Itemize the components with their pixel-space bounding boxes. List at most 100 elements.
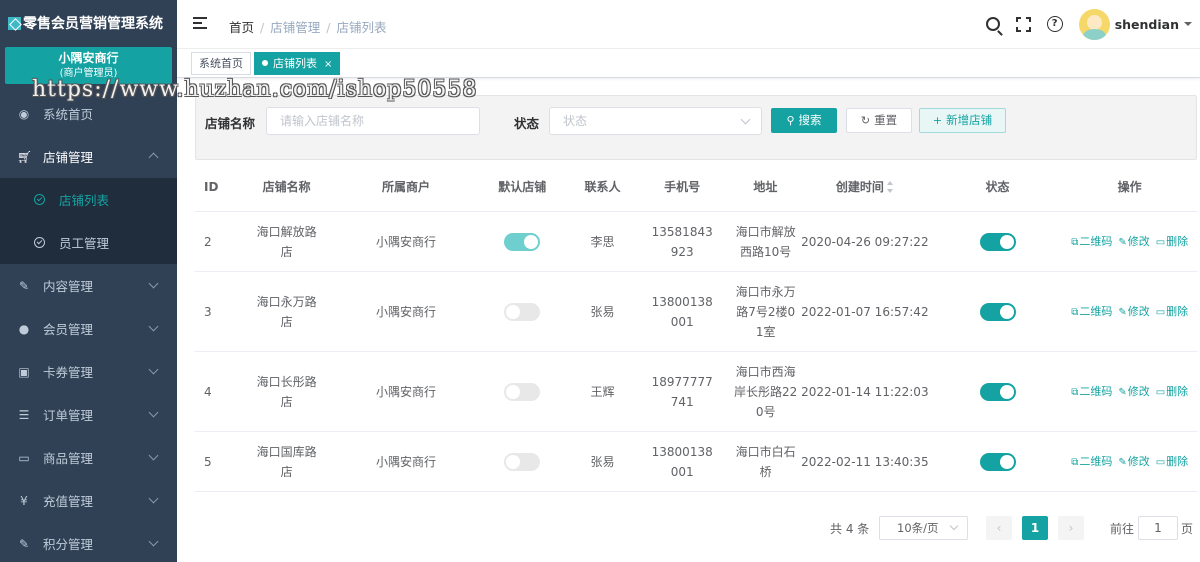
- search-icon: ⚲: [786, 114, 795, 127]
- help-icon[interactable]: ?: [1046, 16, 1063, 32]
- default-switch[interactable]: [504, 233, 541, 251]
- row-name-text: 海口解放路店: [256, 224, 317, 259]
- username[interactable]: shendian: [1115, 17, 1179, 32]
- merchant-name: 小隅安商行: [58, 51, 119, 65]
- sidebar-item-content[interactable]: ✎ 内容管理: [0, 264, 177, 307]
- status-switch[interactable]: [979, 383, 1016, 401]
- goto-page-input[interactable]: 1: [1138, 516, 1178, 540]
- plus-icon: +: [932, 114, 943, 127]
- row-ops: ⧉二维码 ✎修改 ▭删除: [1062, 451, 1197, 473]
- row-status: [933, 302, 1063, 322]
- copy-icon: ⧉: [1071, 386, 1079, 398]
- cart-icon: 🛒︎: [17, 149, 33, 164]
- edit-icon: ✎: [1118, 236, 1127, 248]
- edit-label: 修改: [1127, 304, 1150, 318]
- breadcrumb-home[interactable]: 首页: [229, 20, 254, 35]
- table-row: 4 海口长彤路店 小隅安商行 王辉 18977777741 海口市西海岸长彤路2…: [195, 352, 1197, 432]
- search-icon[interactable]: [985, 17, 1000, 31]
- sidebar-item-shop-list[interactable]: 店铺列表: [0, 178, 177, 221]
- default-switch[interactable]: [504, 383, 541, 401]
- refresh-icon: ↻: [860, 114, 871, 127]
- status-switch[interactable]: [979, 453, 1016, 471]
- sidebar-item-goods[interactable]: ▭ 商品管理: [0, 436, 177, 479]
- avatar[interactable]: [1078, 8, 1110, 40]
- default-switch[interactable]: [504, 453, 541, 471]
- row-name: 海口长彤路店: [232, 372, 342, 412]
- edit-button[interactable]: ✎修改: [1118, 455, 1149, 468]
- qrcode-button[interactable]: ⧉二维码: [1071, 235, 1112, 248]
- row-default: [470, 382, 574, 402]
- breadcrumb-shop: 店铺管理: [270, 20, 321, 35]
- qrcode-label: 二维码: [1079, 234, 1113, 248]
- row-name: 海口国库路店: [232, 442, 342, 482]
- search-button-label: 搜索: [798, 113, 822, 127]
- row-merchant: 小隅安商行: [375, 454, 436, 469]
- table-header: ID 店铺名称 所属商户 默认店铺 联系人 手机号 地址 创建时间 状态 操作: [195, 162, 1197, 212]
- page-size-select[interactable]: 10条/页: [879, 516, 968, 540]
- reset-button-label: 重置: [874, 113, 898, 127]
- sidebar-item-label: 商品管理: [43, 451, 94, 466]
- page-suffix: 页: [1181, 522, 1194, 536]
- tag-home[interactable]: 系统首页: [191, 52, 251, 75]
- breadcrumb-separator: /: [260, 20, 265, 35]
- shop-table: ID 店铺名称 所属商户 默认店铺 联系人 手机号 地址 创建时间 状态 操作 …: [195, 162, 1197, 492]
- row-default: [470, 232, 574, 252]
- sidebar-item-label: 员工管理: [59, 236, 110, 251]
- qrcode-button[interactable]: ⧉二维码: [1071, 305, 1112, 318]
- sidebar-item-label: 内容管理: [43, 279, 94, 294]
- check-circle-icon: [34, 194, 45, 205]
- tag-label: 店铺列表: [273, 57, 317, 70]
- fullscreen-icon[interactable]: [1015, 16, 1031, 32]
- qrcode-button[interactable]: ⧉二维码: [1071, 385, 1112, 398]
- sidebar-item-shop[interactable]: 🛒︎ 店铺管理: [0, 135, 177, 178]
- page-number-current[interactable]: 1: [1022, 516, 1048, 540]
- delete-label: 删除: [1166, 384, 1189, 398]
- next-page-button[interactable]: ›: [1058, 516, 1084, 540]
- status-switch[interactable]: [979, 303, 1016, 321]
- menu-toggle-icon[interactable]: [193, 17, 207, 29]
- sidebar-item-staff[interactable]: 员工管理: [0, 221, 177, 264]
- yen-icon: ¥: [20, 493, 28, 508]
- tags-view: 系统首页 店铺列表 ×: [177, 49, 1200, 78]
- chevron-down-icon: [148, 364, 159, 375]
- tag-shop-list[interactable]: 店铺列表 ×: [254, 52, 341, 75]
- delete-button[interactable]: ▭删除: [1156, 385, 1188, 398]
- edit-button[interactable]: ✎修改: [1118, 235, 1149, 248]
- sidebar-item-home[interactable]: ◉ 系统首页: [0, 92, 177, 135]
- caret-down-icon[interactable]: [1184, 22, 1192, 26]
- row-id: 5: [204, 454, 212, 469]
- sidebar-item-member[interactable]: ● 会员管理: [0, 307, 177, 350]
- merchant-badge: 小隅安商行 (商户管理员): [5, 47, 172, 84]
- chevron-down-icon: [949, 521, 959, 531]
- delete-button[interactable]: ▭删除: [1156, 455, 1188, 468]
- chevron-down-icon: [148, 450, 159, 461]
- delete-button[interactable]: ▭删除: [1156, 235, 1188, 248]
- status-select[interactable]: 状态: [549, 107, 762, 135]
- sort-icon[interactable]: [886, 180, 894, 193]
- default-switch[interactable]: [504, 303, 541, 321]
- prev-page-button[interactable]: ‹: [986, 516, 1012, 540]
- status-switch[interactable]: [979, 233, 1016, 251]
- edit-button[interactable]: ✎修改: [1118, 305, 1149, 318]
- sidebar: 零售会员营销管理系统 小隅安商行 (商户管理员) ◉ 系统首页 🛒︎ 店铺管理 …: [0, 0, 177, 562]
- row-phone: 13800138001: [631, 442, 734, 482]
- chevron-up-icon: [148, 152, 159, 163]
- sidebar-item-label: 店铺管理: [43, 150, 94, 165]
- col-created[interactable]: 创建时间: [797, 177, 933, 197]
- qrcode-button[interactable]: ⧉二维码: [1071, 455, 1112, 468]
- reset-button[interactable]: ↻ 重置: [846, 108, 912, 133]
- users-icon: ●: [18, 321, 30, 336]
- trash-icon: ▭: [1155, 456, 1166, 468]
- search-button[interactable]: ⚲ 搜索: [771, 108, 837, 133]
- row-id: 4: [204, 384, 212, 399]
- app-logo[interactable]: 零售会员营销管理系统: [0, 0, 177, 46]
- close-icon[interactable]: ×: [324, 59, 332, 70]
- col-phone: 手机号: [664, 179, 701, 194]
- delete-button[interactable]: ▭删除: [1156, 305, 1188, 318]
- sidebar-item-coupon[interactable]: ▣ 卡券管理: [0, 350, 177, 393]
- sidebar-item-order[interactable]: ☰ 订单管理: [0, 393, 177, 436]
- edit-button[interactable]: ✎修改: [1118, 385, 1149, 398]
- shop-name-label: 店铺名称: [205, 116, 256, 131]
- shop-name-input[interactable]: 请输入店铺名称: [266, 107, 480, 135]
- add-shop-button[interactable]: + 新增店铺: [919, 108, 1006, 133]
